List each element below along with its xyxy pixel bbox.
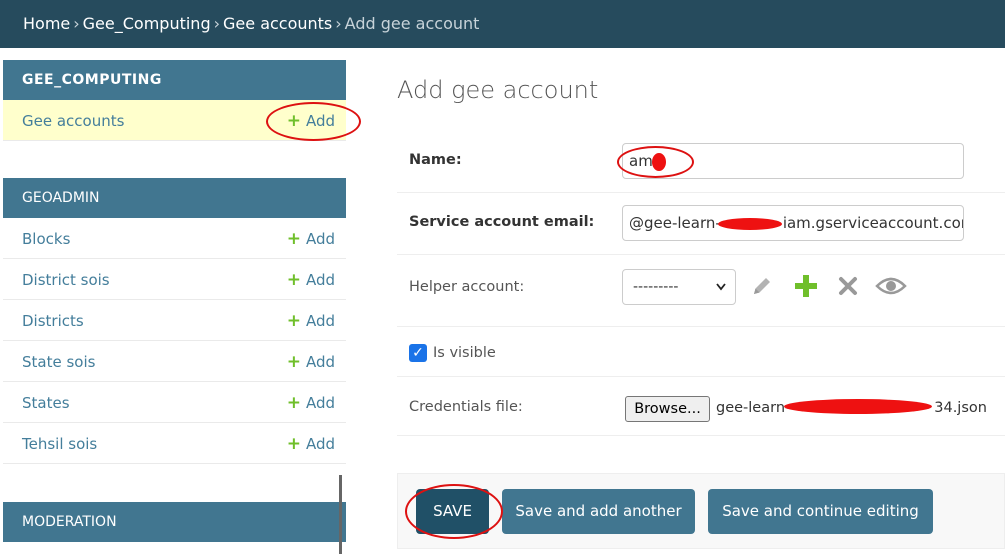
redaction-mark xyxy=(652,153,666,171)
field-row-email: Service account email: @gee-learn-iam.gs… xyxy=(397,193,1005,255)
browse-button[interactable]: Browse... xyxy=(625,396,710,422)
add-label: Add xyxy=(305,394,335,412)
chevron-down-icon xyxy=(715,270,727,317)
sidebar-item-tehsil-sois: Tehsil sois + Add xyxy=(3,423,346,464)
redaction-mark xyxy=(718,218,782,230)
add-tehsil-soi-link[interactable]: + Add xyxy=(287,434,335,454)
plus-icon: + xyxy=(286,311,301,331)
plus-icon: + xyxy=(286,352,301,372)
add-state-link[interactable]: + Add xyxy=(287,393,335,413)
add-label: Add xyxy=(305,230,335,248)
module-geoadmin: GEOADMIN Blocks + Add District sois + Add … xyxy=(3,178,346,464)
helper-account-select[interactable]: --------- xyxy=(622,269,736,305)
filename-suffix: 34.json xyxy=(934,400,987,416)
checkmark-icon: ✓ xyxy=(412,345,424,361)
sidebar-item-label[interactable]: District sois xyxy=(22,271,110,289)
close-icon[interactable] xyxy=(833,271,863,301)
add-block-link[interactable]: + Add xyxy=(287,229,335,249)
helper-label: Helper account: xyxy=(409,279,525,295)
email-label: Service account email: xyxy=(409,214,595,230)
module-title[interactable]: GEOADMIN xyxy=(3,178,346,218)
sidebar-item-label[interactable]: Districts xyxy=(22,312,84,330)
add-district-link[interactable]: + Add xyxy=(287,311,335,331)
save-and-add-another-button[interactable]: Save and add another xyxy=(502,489,695,534)
breadcrumb-separator: › xyxy=(213,14,221,33)
redaction-mark xyxy=(784,399,932,414)
module-gee-computing: GEE_COMPUTING Gee accounts + Add xyxy=(3,60,346,141)
field-row-name: Name: xyxy=(397,130,1005,193)
add-label: Add xyxy=(305,435,335,453)
sidebar-item-label[interactable]: Tehsil sois xyxy=(22,435,97,453)
sidebar-item-state-sois: State sois + Add xyxy=(3,341,346,382)
module-title[interactable]: GEE_COMPUTING xyxy=(3,60,346,100)
filename-prefix: gee-learn- xyxy=(716,400,791,416)
plus-icon: + xyxy=(286,393,301,413)
sidebar-item-blocks: Blocks + Add xyxy=(3,218,346,259)
sidebar-item-label[interactable]: State sois xyxy=(22,353,95,371)
module-title[interactable]: MODERATION xyxy=(3,502,346,542)
add-district-soi-link[interactable]: + Add xyxy=(287,270,335,290)
add-label: Add xyxy=(305,312,335,330)
sidebar-item-label[interactable]: States xyxy=(22,394,70,412)
plus-icon: + xyxy=(286,434,301,454)
sidebar-item-gee-accounts: Gee accounts + Add xyxy=(3,100,346,141)
service-account-email-field[interactable]: @gee-learn-iam.gserviceaccount.com xyxy=(622,205,964,241)
pencil-icon[interactable] xyxy=(747,271,777,301)
breadcrumb-app[interactable]: Gee_Computing xyxy=(83,14,211,33)
name-field[interactable] xyxy=(622,143,964,179)
name-label: Name: xyxy=(409,152,462,168)
sidebar-item-districts: Districts + Add xyxy=(3,300,346,341)
field-row-helper: Helper account: --------- xyxy=(397,255,1005,327)
helper-selected: --------- xyxy=(633,279,679,295)
save-and-continue-button[interactable]: Save and continue editing xyxy=(708,489,933,534)
is-visible-label: Is visible xyxy=(433,345,496,361)
breadcrumb-separator: › xyxy=(335,14,342,33)
breadcrumb-separator: › xyxy=(73,14,80,33)
sidebar-item-district-sois: District sois + Add xyxy=(3,259,346,300)
breadcrumb-home[interactable]: Home xyxy=(23,14,70,33)
breadcrumb-current: Add gee account xyxy=(344,14,480,33)
sidebar-scrollbar[interactable] xyxy=(339,475,342,554)
plus-icon: + xyxy=(286,270,301,290)
add-gee-account-link[interactable]: + Add xyxy=(287,111,335,131)
save-button[interactable]: SAVE xyxy=(416,489,489,534)
submit-row: SAVE Save and add another Save and conti… xyxy=(397,473,1005,549)
add-label: Add xyxy=(305,271,335,289)
plus-icon: + xyxy=(286,111,301,131)
field-row-visible: ✓ Is visible xyxy=(397,327,1005,377)
page-title: Add gee account xyxy=(397,76,599,104)
plus-icon: + xyxy=(286,229,301,249)
breadcrumb-model[interactable]: Gee accounts xyxy=(223,14,332,33)
sidebar-item-label[interactable]: Gee accounts xyxy=(22,112,124,130)
email-suffix: iam.gserviceaccount.com xyxy=(782,214,964,232)
add-label: Add xyxy=(305,112,335,130)
is-visible-checkbox[interactable]: ✓ xyxy=(409,344,427,362)
add-state-soi-link[interactable]: + Add xyxy=(287,352,335,372)
credentials-label: Credentials file: xyxy=(409,399,523,415)
sidebar-item-states: States + Add xyxy=(3,382,346,423)
module-moderation: MODERATION xyxy=(3,502,346,542)
sidebar-item-label[interactable]: Blocks xyxy=(22,230,70,248)
top-bar: Home › Gee_Computing › Gee accounts › Add gee … xyxy=(0,0,1005,48)
eye-icon[interactable] xyxy=(873,271,909,301)
email-prefix: @gee-learn- xyxy=(629,214,721,232)
plus-icon[interactable] xyxy=(791,271,821,301)
breadcrumb: Home › Gee_Computing › Gee accounts › Add gee … xyxy=(23,14,479,33)
add-label: Add xyxy=(305,353,335,371)
